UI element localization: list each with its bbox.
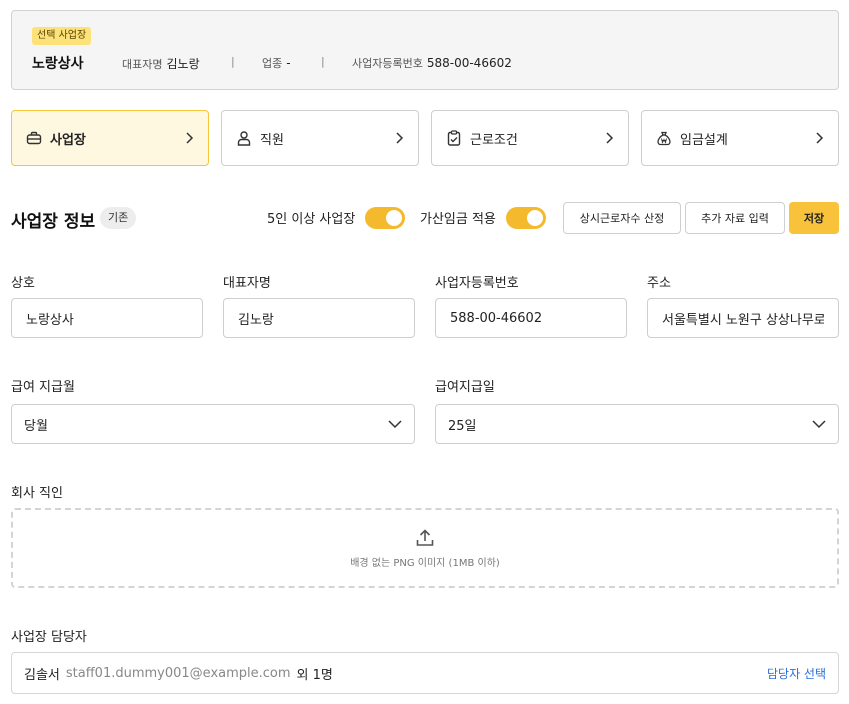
company-seal-label: 회사 직인	[11, 486, 63, 501]
save-button[interactable]: 저장	[789, 202, 839, 234]
pay-month-select[interactable]: 당월	[11, 404, 415, 444]
clipboard-check-icon	[446, 130, 462, 146]
chevron-right-icon	[186, 132, 194, 144]
workplace-manager-label: 사업장 담당자	[11, 630, 87, 645]
five-plus-workplace-toggle[interactable]	[365, 207, 405, 229]
section-title: 사업장 정보	[11, 212, 96, 232]
overtime-pay-label: 가산임금 적용	[420, 212, 496, 227]
nav-card-working-conditions[interactable]: 근로조건	[431, 110, 629, 166]
meta-separator: |	[231, 55, 235, 68]
nav-card-wage-design[interactable]: 임금설계	[641, 110, 839, 166]
money-bag-icon	[656, 130, 672, 146]
regno-meta: 사업자등록번호 588-00-46602	[352, 55, 512, 71]
pay-day-select[interactable]: 25일	[435, 404, 839, 444]
rep-meta-label: 대표자명	[122, 58, 163, 71]
rep-name-label: 대표자명	[223, 276, 271, 291]
extra-data-button[interactable]: 추가 자료 입력	[685, 202, 785, 234]
nav-card-label: 근로조건	[470, 132, 518, 148]
rep-meta-value: 김노랑	[166, 57, 200, 71]
toggle-knob	[527, 210, 543, 226]
selected-workplace-card: 선택 사업장 노랑상사 대표자명 김노랑 | 업종 - | 사업자등록번호 588-0…	[11, 10, 839, 90]
company-name-label: 상호	[11, 276, 35, 291]
upload-hint: 배경 없는 PNG 이미지 (1MB 이하)	[350, 557, 500, 569]
pay-day-value: 25일	[448, 418, 477, 434]
regno-meta-label: 사업자등록번호	[352, 57, 423, 70]
regno-input[interactable]	[435, 298, 627, 338]
overtime-pay-toggle[interactable]	[506, 207, 546, 229]
pay-day-label: 급여지급일	[435, 380, 495, 395]
chevron-down-icon	[388, 420, 402, 429]
person-icon	[236, 130, 252, 146]
selected-workplace-badge: 선택 사업장	[32, 27, 92, 45]
nav-card-label: 직원	[260, 132, 284, 148]
manager-name: 김솔서	[24, 667, 60, 683]
existing-badge: 기존	[100, 207, 137, 229]
company-name-input[interactable]	[11, 298, 203, 338]
manager-count: 외 1명	[296, 667, 333, 683]
toggle-knob	[386, 210, 402, 226]
rep-meta: 대표자명 김노랑	[122, 55, 200, 72]
five-plus-workplace-label: 5인 이상 사업장	[267, 212, 356, 227]
regno-label: 사업자등록번호	[435, 276, 519, 291]
industry-meta-value: -	[286, 56, 291, 70]
select-manager-link[interactable]: 담당자 선택	[767, 665, 826, 682]
nav-card-label: 임금설계	[680, 132, 728, 148]
briefcase-icon	[26, 130, 42, 146]
chevron-right-icon	[606, 132, 614, 144]
rep-name-input[interactable]	[223, 298, 415, 338]
manager-email: staff01.dummy001@example.com	[65, 665, 291, 681]
company-name: 노랑상사	[32, 56, 84, 72]
meta-separator: |	[321, 55, 325, 68]
nav-card-workplace[interactable]: 사업장	[11, 110, 209, 166]
regno-meta-value: 588-00-46602	[426, 56, 512, 70]
industry-meta-label: 업종	[262, 57, 283, 70]
chevron-right-icon	[396, 132, 404, 144]
headcount-calc-button[interactable]: 상시근로자수 산정	[563, 202, 681, 234]
chevron-down-icon	[812, 420, 826, 429]
pay-month-label: 급여 지급월	[11, 380, 75, 395]
address-label: 주소	[647, 276, 671, 291]
upload-icon	[416, 528, 434, 546]
chevron-right-icon	[816, 132, 824, 144]
workplace-manager-box: 김솔서 staff01.dummy001@example.com 외 1명 담당…	[11, 652, 839, 694]
company-seal-upload[interactable]: 배경 없는 PNG 이미지 (1MB 이하)	[11, 508, 839, 588]
pay-month-value: 당월	[24, 418, 48, 434]
nav-card-label: 사업장	[50, 132, 86, 148]
industry-meta: 업종 -	[262, 55, 291, 71]
address-input[interactable]	[647, 298, 839, 338]
nav-card-employee[interactable]: 직원	[221, 110, 419, 166]
